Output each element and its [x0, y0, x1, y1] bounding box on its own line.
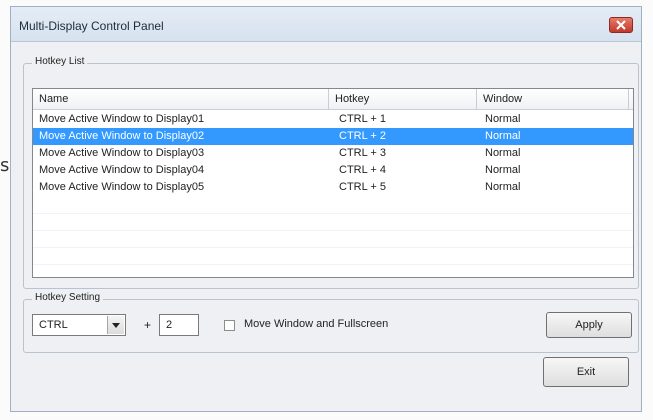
apply-button[interactable]: Apply — [546, 312, 632, 338]
hotkey-listview[interactable]: Name Hotkey Window Move Active Window to… — [32, 88, 634, 278]
listview-header: Name Hotkey Window — [33, 89, 633, 110]
table-row[interactable]: Move Active Window to Display05 CTRL + 5… — [33, 179, 633, 196]
row-divider — [33, 264, 633, 265]
column-header-name[interactable]: Name — [33, 89, 329, 109]
modifier-dropdown[interactable]: CTRL — [32, 314, 126, 336]
window-title: Multi-Display Control Panel — [19, 19, 164, 33]
chevron-down-icon — [112, 322, 120, 328]
row-hotkey: CTRL + 1 — [339, 113, 386, 125]
row-hotkey: CTRL + 4 — [339, 164, 386, 176]
hotkey-setting-group: Hotkey Setting CTRL + 2 Move Window and … — [23, 292, 639, 353]
key-value: 2 — [166, 319, 173, 331]
table-row[interactable]: Move Active Window to Display03 CTRL + 3… — [33, 145, 633, 162]
table-row[interactable]: Move Active Window to Display01 CTRL + 1… — [33, 111, 633, 128]
column-header-window[interactable]: Window — [477, 89, 629, 109]
modifier-value: CTRL — [39, 319, 68, 331]
close-icon — [616, 20, 626, 30]
row-name: Move Active Window to Display05 — [39, 181, 205, 193]
hotkey-list-title: Hotkey List — [32, 56, 88, 67]
control-panel-window: Multi-Display Control Panel Hotkey List … — [10, 6, 642, 412]
table-row-selected[interactable]: Move Active Window to Display02 CTRL + 2… — [33, 128, 633, 145]
row-name: Move Active Window to Display04 — [39, 164, 205, 176]
row-divider — [33, 230, 633, 231]
row-name: Move Active Window to Display03 — [39, 147, 205, 159]
stray-text: s — [0, 155, 10, 176]
row-hotkey: CTRL + 2 — [339, 130, 386, 142]
row-name: Move Active Window to Display02 — [39, 130, 205, 142]
hotkey-setting-title: Hotkey Setting — [32, 292, 104, 303]
row-window: Normal — [485, 147, 521, 159]
row-window: Normal — [485, 181, 521, 193]
dropdown-arrow-button[interactable] — [107, 316, 124, 334]
title-bar[interactable]: Multi-Display Control Panel — [11, 7, 641, 42]
row-name: Move Active Window to Display01 — [39, 113, 205, 125]
key-input[interactable]: 2 — [159, 314, 199, 336]
row-window: Normal — [485, 164, 521, 176]
plus-label: + — [144, 318, 152, 332]
exit-button[interactable]: Exit — [543, 357, 629, 387]
row-window: Normal — [485, 130, 521, 142]
fullscreen-checkbox-label[interactable]: Move Window and Fullscreen — [244, 318, 388, 330]
fullscreen-checkbox[interactable] — [224, 320, 235, 331]
row-divider — [33, 247, 633, 248]
hotkey-list-group: Hotkey List Name Hotkey Window Move Acti… — [23, 56, 639, 289]
column-header-hotkey[interactable]: Hotkey — [329, 89, 477, 109]
close-button[interactable] — [609, 17, 633, 33]
table-row[interactable]: Move Active Window to Display04 CTRL + 4… — [33, 162, 633, 179]
row-hotkey: CTRL + 5 — [339, 181, 386, 193]
row-window: Normal — [485, 113, 521, 125]
row-hotkey: CTRL + 3 — [339, 147, 386, 159]
row-divider — [33, 213, 633, 214]
